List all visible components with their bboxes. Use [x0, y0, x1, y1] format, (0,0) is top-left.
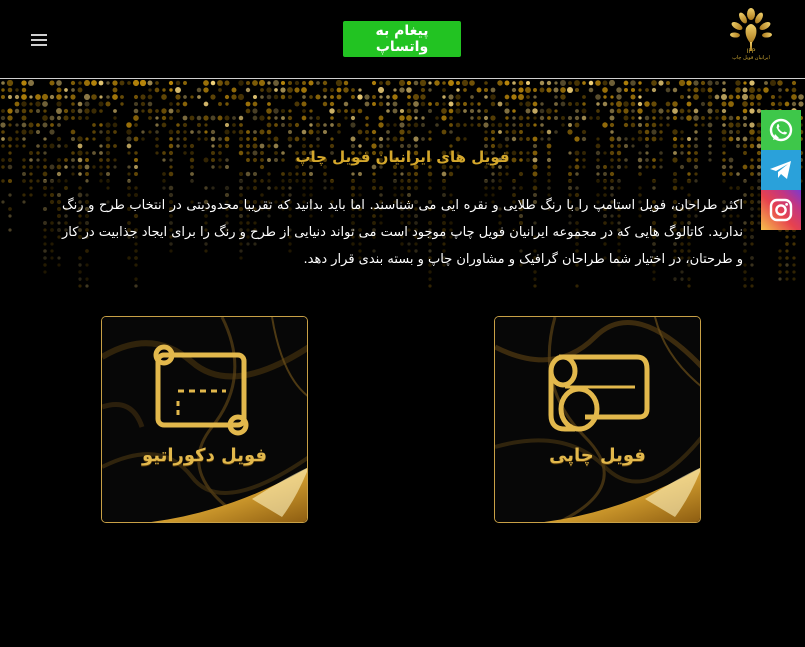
- printing-foil-card[interactable]: فویل چاپی: [494, 316, 701, 523]
- logo-company-name: ایرانیان فویل چاپ: [732, 55, 770, 61]
- logo-abbreviation: IFP: [746, 48, 756, 55]
- hero-description: اکثر طراحان، فویل استامپ را با رنگ طلایی…: [62, 198, 743, 267]
- marble-background: [495, 317, 700, 522]
- decorative-foil-card[interactable]: فویل دکوراتیو: [101, 316, 308, 523]
- logo-emblem-icon: [730, 8, 772, 51]
- social-side-bar: [761, 110, 801, 230]
- hamburger-menu-icon[interactable]: [31, 31, 51, 47]
- hero-title: فویل های ایرانیان فویل چاپ: [295, 148, 510, 166]
- instagram-icon: [769, 198, 793, 222]
- whatsapp-link[interactable]: [761, 110, 801, 150]
- printing-foil-label: فویل چاپی: [549, 445, 646, 466]
- hero-section: فویل های ایرانیان فویل چاپ اکثر طراحان، …: [0, 80, 805, 295]
- whatsapp-message-button[interactable]: پیغام به واتساپ: [343, 21, 461, 57]
- site-header: پیغام به واتساپ IFP ایرانیان فویل چاپ: [0, 0, 805, 79]
- telegram-link[interactable]: [761, 150, 801, 190]
- whatsapp-icon: [769, 118, 793, 142]
- site-logo[interactable]: IFP ایرانیان فویل چاپ: [722, 6, 780, 64]
- marble-background: [102, 317, 307, 522]
- instagram-link[interactable]: [761, 190, 801, 230]
- decorative-foil-label: فویل دکوراتیو: [141, 445, 268, 466]
- telegram-icon: [770, 161, 791, 179]
